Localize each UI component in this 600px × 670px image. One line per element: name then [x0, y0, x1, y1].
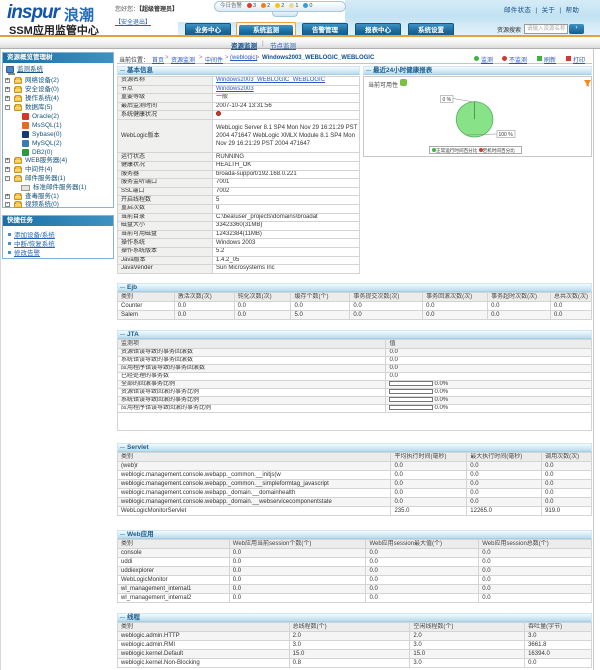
svg-text:0 %: 0 %	[443, 97, 452, 103]
svg-text:100 %: 100 %	[499, 132, 514, 138]
